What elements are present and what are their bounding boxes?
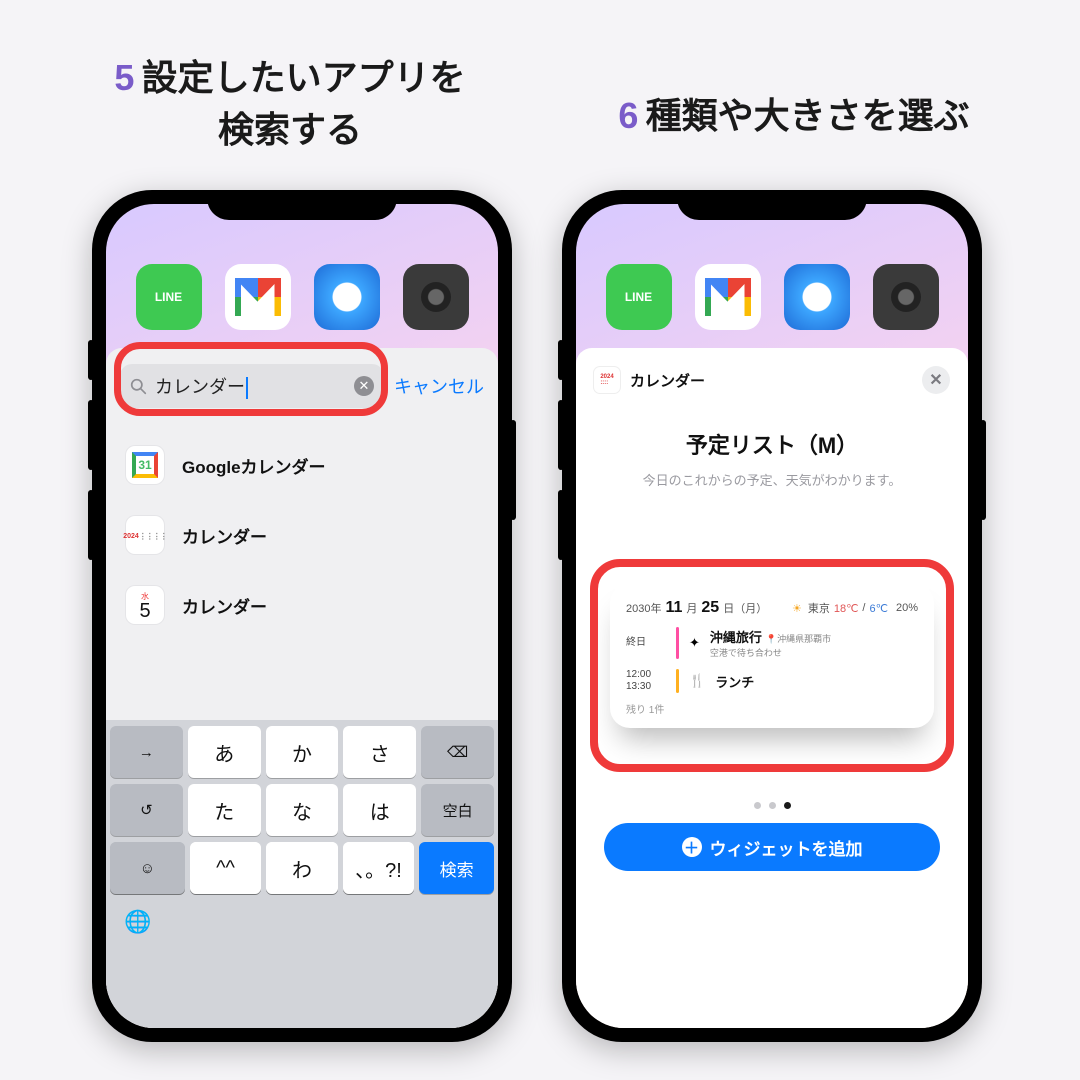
key[interactable]: ⌫ xyxy=(421,726,494,778)
highlight-ring xyxy=(114,342,388,416)
step-5-text: 設定したいアプリを 検索する xyxy=(142,57,466,150)
key[interactable]: さ xyxy=(343,726,416,778)
result-app-icon xyxy=(126,446,164,484)
home-apps-row: LINE xyxy=(106,264,498,330)
highlight-ring xyxy=(590,559,954,772)
close-button[interactable]: ✕ xyxy=(922,366,950,394)
app-safari-icon[interactable] xyxy=(314,264,380,330)
phone-mockup-right: LINE 2024:::: カレンダー ✕ 予定リスト（M） 今日のこれからの予… xyxy=(562,190,982,1042)
home-apps-row: LINE xyxy=(576,264,968,330)
search-results: Googleカレンダー2024カレンダー水5カレンダー xyxy=(120,430,484,640)
page-dots xyxy=(594,802,950,809)
key[interactable]: か xyxy=(266,726,339,778)
result-label: Googleカレンダー xyxy=(182,453,326,478)
globe-icon[interactable]: 🌐 xyxy=(124,909,151,935)
key[interactable]: は xyxy=(343,784,416,836)
key[interactable]: あ xyxy=(188,726,261,778)
app-safari-icon[interactable] xyxy=(784,264,850,330)
cancel-button[interactable]: キャンセル xyxy=(394,373,484,399)
plus-icon: ＋ xyxy=(682,837,702,857)
key[interactable]: ↺ xyxy=(110,784,183,836)
app-camera-icon[interactable] xyxy=(403,264,469,330)
step-5-caption: 5設定したいアプリを 検索する xyxy=(80,52,500,156)
app-calendar-icon: 2024:::: xyxy=(594,367,620,393)
key-emoji[interactable]: ☺ xyxy=(110,842,185,894)
widget-picker-sheet: 2024:::: カレンダー ✕ 予定リスト（M） 今日のこれからの予定、天気が… xyxy=(576,348,968,1028)
step-6-text: 種類や大きさを選ぶ xyxy=(646,95,970,136)
key[interactable]: な xyxy=(266,784,339,836)
add-widget-label: ウィジェットを追加 xyxy=(710,835,863,860)
app-gmail-icon[interactable] xyxy=(225,264,291,330)
step-number: 6 xyxy=(618,95,638,136)
page-dot[interactable] xyxy=(784,802,791,809)
key[interactable]: ^^ xyxy=(190,842,261,894)
result-app-icon: 2024 xyxy=(126,516,164,554)
phone-mockup-left: LINE カレンダー ✕ キャンセル Googleカレンダー2024カレンダー水… xyxy=(92,190,512,1042)
page-dot[interactable] xyxy=(754,802,761,809)
key[interactable]: 空白 xyxy=(421,784,494,836)
notch xyxy=(677,190,867,220)
app-camera-icon[interactable] xyxy=(873,264,939,330)
search-result-item[interactable]: 2024 カレンダー xyxy=(120,500,484,570)
search-result-item[interactable]: 水5 カレンダー xyxy=(120,570,484,640)
software-keyboard[interactable]: →あかさ⌫ ↺たなは空白 ABC まやら 検索 ☺ ^^わ、。?! 🌐 xyxy=(106,720,498,1028)
step-number: 5 xyxy=(114,57,134,98)
search-result-item[interactable]: Googleカレンダー xyxy=(120,430,484,500)
widget-description: 今日のこれからの予定、天気がわかります。 xyxy=(594,470,950,489)
sheet-title: カレンダー xyxy=(630,370,912,391)
add-widget-button[interactable]: ＋ ウィジェットを追加 xyxy=(604,823,940,871)
app-gmail-icon[interactable] xyxy=(695,264,761,330)
result-label: カレンダー xyxy=(182,523,267,548)
step-6-caption: 6種類や大きさを選ぶ xyxy=(564,90,1024,142)
key[interactable]: わ xyxy=(266,842,337,894)
app-line-icon[interactable]: LINE xyxy=(606,264,672,330)
app-line-icon[interactable]: LINE xyxy=(136,264,202,330)
key[interactable]: → xyxy=(110,726,183,778)
page-dot[interactable] xyxy=(769,802,776,809)
key[interactable]: 、。?! xyxy=(343,842,414,894)
key[interactable]: た xyxy=(188,784,261,836)
result-app-icon: 水5 xyxy=(126,586,164,624)
widget-title: 予定リスト（M） xyxy=(594,428,950,460)
notch xyxy=(207,190,397,220)
result-label: カレンダー xyxy=(182,593,267,618)
